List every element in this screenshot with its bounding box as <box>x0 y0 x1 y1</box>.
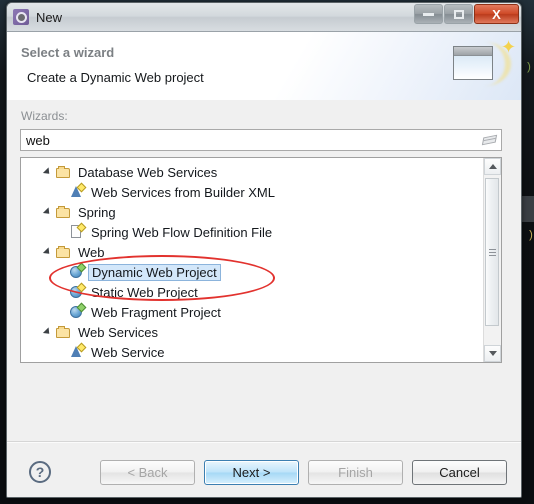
grip-icon <box>488 247 496 258</box>
dialog-titlebar[interactable]: New X <box>7 3 521 32</box>
tree-item-label: Web <box>78 244 105 260</box>
flask-wizard-icon <box>69 182 87 200</box>
background-panel <box>520 196 534 222</box>
tree-item-label: Spring <box>78 204 116 220</box>
tree-item-label: Database Web Services <box>78 164 218 180</box>
static-web-project-icon <box>69 282 87 300</box>
filter-input-value: web <box>26 132 50 148</box>
tree-group-row[interactable]: Database Web Services <box>21 162 483 182</box>
banner-title: Select a wizard <box>21 45 115 60</box>
window-controls: X <box>413 4 519 24</box>
tree-item-row[interactable]: Static Web Project <box>21 282 483 302</box>
tree-item-label: Web Service <box>91 344 165 360</box>
tree-item-label: Static Web Project <box>91 284 198 300</box>
tree-item-row[interactable]: Web Services from Builder XML <box>21 182 483 202</box>
wizard-tree-box: Database Web Services Web Services from B… <box>20 157 502 363</box>
banner-description: Create a Dynamic Web project <box>27 70 204 85</box>
background-code-fragment-bottom: ) <box>527 230 534 242</box>
expand-arrow-icon[interactable] <box>42 327 53 337</box>
back-button[interactable]: < Back <box>100 460 195 485</box>
dialog-content: Wizards: web Database Web Services Web Se… <box>7 100 521 497</box>
tree-scrollbar[interactable] <box>483 158 501 362</box>
tree-item-label: Dynamic Web Project <box>88 263 221 281</box>
minimize-button[interactable] <box>414 4 443 24</box>
tree-item-row[interactable]: Dynamic Web Project <box>21 262 483 282</box>
eraser-icon[interactable] <box>481 134 498 147</box>
open-folder-icon <box>56 245 72 259</box>
footer-divider <box>7 441 521 443</box>
scrollbar-thumb[interactable] <box>485 178 499 326</box>
maximize-icon <box>453 9 464 19</box>
finish-button[interactable]: Finish <box>308 460 403 485</box>
tree-item-row[interactable]: Web Fragment Project <box>21 302 483 322</box>
tree-item-label: Web Services from Builder XML <box>91 184 275 200</box>
wizard-tree[interactable]: Database Web Services Web Services from B… <box>21 162 483 362</box>
dialog-button-row: < Back Next > Finish Cancel <box>100 460 507 485</box>
scroll-up-button[interactable] <box>484 158 501 175</box>
dynamic-web-project-icon <box>69 262 87 280</box>
eclipse-gear-icon <box>13 9 29 25</box>
wizard-banner: Select a wizard Create a Dynamic Web pro… <box>7 32 521 101</box>
expand-arrow-icon[interactable] <box>42 247 53 257</box>
tree-item-row[interactable]: Web Service <box>21 342 483 362</box>
web-fragment-project-icon <box>69 302 87 320</box>
wizard-window-sparkle-icon: ✦ <box>451 38 516 90</box>
tree-group-row[interactable]: Web <box>21 242 483 262</box>
expand-arrow-icon[interactable] <box>42 167 53 177</box>
background-code-fragment-top: ) <box>525 62 532 74</box>
tree-item-label: Spring Web Flow Definition File <box>91 224 273 240</box>
maximize-button[interactable] <box>444 4 473 24</box>
cancel-button[interactable]: Cancel <box>412 460 507 485</box>
chevron-up-icon <box>488 164 497 169</box>
next-button[interactable]: Next > <box>204 460 299 485</box>
tree-item-label: Web Services <box>78 324 158 340</box>
open-folder-icon <box>56 165 72 179</box>
scroll-down-button[interactable] <box>484 345 501 362</box>
tree-item-label: Web Fragment Project <box>91 304 221 320</box>
open-folder-icon <box>56 205 72 219</box>
open-folder-icon <box>56 325 72 339</box>
dialog-title: New <box>36 9 63 25</box>
close-icon: X <box>492 6 501 22</box>
web-service-icon <box>69 342 87 360</box>
chevron-down-icon <box>488 351 497 356</box>
help-icon[interactable]: ? <box>29 461 51 483</box>
spring-file-icon <box>69 222 87 240</box>
new-wizard-dialog: New X Select a wizard Create a Dynamic W… <box>6 2 522 498</box>
expand-arrow-icon[interactable] <box>42 207 53 217</box>
tree-group-row[interactable]: Web Services <box>21 322 483 342</box>
tree-item-row[interactable]: Spring Web Flow Definition File <box>21 222 483 242</box>
wizards-label: Wizards: <box>21 109 68 123</box>
tree-group-row[interactable]: Spring <box>21 202 483 222</box>
wizard-filter-input[interactable]: web <box>20 129 502 151</box>
close-button[interactable]: X <box>474 4 519 24</box>
minimize-icon <box>423 12 434 16</box>
